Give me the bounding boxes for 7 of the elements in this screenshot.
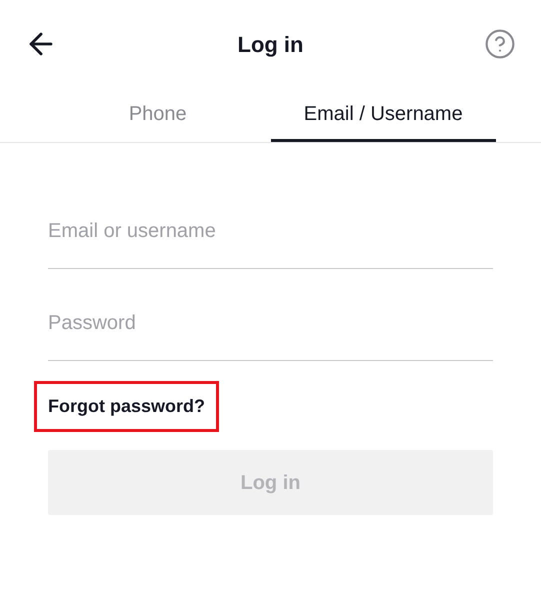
help-button[interactable] [482, 27, 517, 61]
forgot-password-link[interactable]: Forgot password? [34, 381, 219, 432]
input-field[interactable]: Password [48, 291, 493, 361]
help-icon [484, 28, 516, 60]
input-field[interactable]: Email or username [48, 199, 493, 269]
tab[interactable]: Email / Username [270, 88, 496, 142]
page-title: Log in [238, 30, 304, 59]
